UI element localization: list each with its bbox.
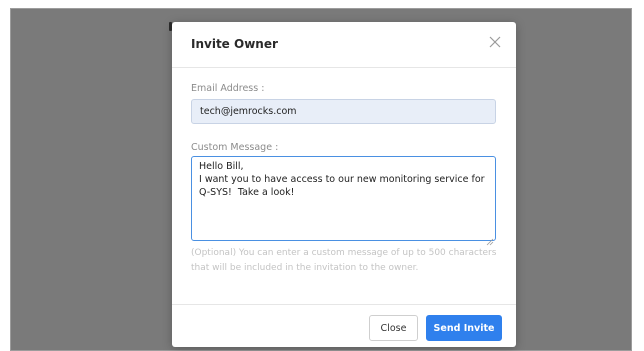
custom-message-textarea[interactable]: Hello Bill, I want you to have access to…: [191, 156, 496, 241]
send-invite-button[interactable]: Send Invite: [426, 315, 502, 341]
email-address-input[interactable]: [191, 99, 496, 124]
dialog-title: Invite Owner: [191, 37, 278, 51]
invite-owner-dialog: Invite Owner Email Address : Custom Mess…: [172, 22, 516, 347]
custom-message-help-text: (Optional) You can enter a custom messag…: [191, 248, 497, 273]
dialog-header: Invite Owner: [172, 22, 516, 68]
dialog-footer: Close Send Invite: [172, 304, 516, 348]
custom-message-label: Custom Message :: [191, 142, 279, 153]
email-address-label: Email Address :: [191, 83, 265, 94]
close-button[interactable]: Close: [369, 315, 418, 341]
close-icon[interactable]: [487, 34, 503, 50]
resize-grip-icon[interactable]: [486, 231, 494, 246]
